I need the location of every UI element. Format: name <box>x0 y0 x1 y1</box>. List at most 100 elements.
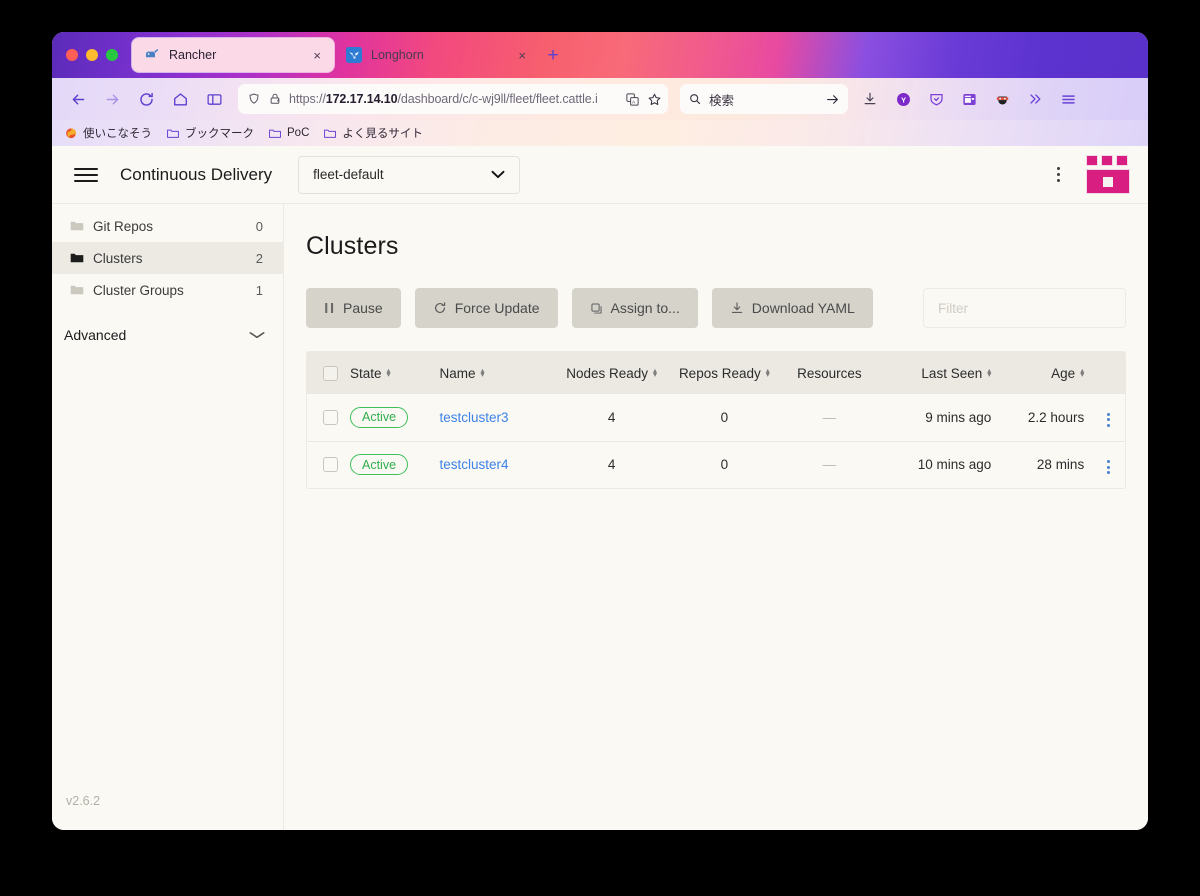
cell-nodes-ready: 4 <box>553 394 670 441</box>
bookmarks-bar: 使いこなそう ブックマーク PoC よく見るサイト <box>52 120 1148 146</box>
column-header-repos-ready[interactable]: Repos Ready ▴ ▾ <box>670 352 779 394</box>
hamburger-menu-icon <box>1061 94 1075 104</box>
table-body: Active testcluster3 4 0 — 9 mins ago 2.2… <box>307 394 1125 488</box>
app-header-right <box>1049 155 1130 194</box>
bookmark-item-folder-3[interactable]: よく見るサイト <box>323 125 423 141</box>
close-tab-icon[interactable]: × <box>515 47 529 64</box>
sidebar-toggle-button[interactable] <box>198 84 230 114</box>
sidebar-group-advanced[interactable]: Advanced <box>52 318 283 352</box>
tab-title: Rancher <box>169 48 217 62</box>
cell-age: 28 mins <box>1005 440 1093 488</box>
new-tab-button[interactable]: + <box>539 41 567 71</box>
shield-icon[interactable] <box>247 92 261 106</box>
forward-button[interactable] <box>96 84 128 114</box>
browser-tab-strip: Rancher × Longhorn × + <box>52 32 1148 78</box>
cluster-name-link[interactable]: testcluster4 <box>440 457 509 472</box>
cluster-name-link[interactable]: testcluster3 <box>440 410 509 425</box>
extension-shield-button[interactable] <box>920 84 952 114</box>
column-header-state[interactable]: State ▴ ▾ <box>344 352 434 394</box>
force-update-button[interactable]: Force Update <box>414 288 558 328</box>
bookmark-item-folder-2[interactable]: PoC <box>268 127 309 140</box>
reload-button[interactable] <box>130 84 162 114</box>
row-kebab-icon[interactable] <box>1103 456 1114 478</box>
select-all-checkbox[interactable] <box>323 365 338 381</box>
lock-warning-icon[interactable] <box>268 92 282 106</box>
kebab-icon[interactable] <box>1049 162 1068 187</box>
sidebar-item-count: 2 <box>255 250 263 266</box>
sidebar-item-count: 0 <box>255 218 263 234</box>
minimize-window-button[interactable] <box>86 49 98 61</box>
url-text: https://172.17.14.10/dashboard/c/c-wj9ll… <box>289 92 598 106</box>
row-kebab-icon[interactable] <box>1103 409 1114 431</box>
longhorn-favicon <box>346 47 362 63</box>
bookmark-label: よく見るサイト <box>342 128 423 140</box>
folder-outline-icon <box>70 221 84 231</box>
column-header-name[interactable]: Name ▴ ▾ <box>434 352 554 394</box>
close-window-button[interactable] <box>66 49 78 61</box>
extension-tabmanager-button[interactable] <box>953 84 985 114</box>
home-icon <box>173 92 187 105</box>
browser-tab-longhorn[interactable]: Longhorn × <box>334 38 539 72</box>
pause-icon <box>324 302 335 314</box>
extension-account-button[interactable] <box>986 84 1018 114</box>
window-panel-icon <box>962 93 976 105</box>
masked-avatar-icon <box>996 96 1008 104</box>
translate-icon[interactable]: A <box>625 92 640 107</box>
folder-icon <box>324 129 337 138</box>
column-header-last-seen[interactable]: Last Seen ▴ ▾ <box>880 352 1005 394</box>
back-button[interactable] <box>62 84 94 114</box>
bookmark-star-icon[interactable] <box>647 92 662 107</box>
yubico-icon: Y <box>896 92 910 106</box>
firefox-icon <box>66 128 76 139</box>
close-tab-icon[interactable]: × <box>310 47 324 64</box>
rancher-logo[interactable] <box>1086 155 1130 194</box>
hamburger-icon[interactable] <box>72 164 100 186</box>
search-go-icon[interactable] <box>825 92 840 107</box>
sort-icon: ▴ ▾ <box>765 365 770 379</box>
pause-icon-glyph <box>325 303 334 313</box>
page-title: Clusters <box>306 232 399 260</box>
extension-yubico-button[interactable]: Y <box>887 84 919 114</box>
column-header-age[interactable]: Age ▴ ▾ <box>1005 352 1092 394</box>
namespace-dropdown[interactable]: fleet-default <box>298 155 521 194</box>
address-bar[interactable]: https://172.17.14.10/dashboard/c/c-wj9ll… <box>238 84 668 114</box>
cell-nodes-ready: 4 <box>553 440 670 488</box>
table-row[interactable]: Active testcluster4 4 0 — 10 mins ago 28… <box>307 440 1125 488</box>
clusters-table: State ▴ ▾ Name ▴ ▾ Nodes Ready ▴ ▾ Repos… <box>307 352 1125 488</box>
browser-extension-icons: Y <box>854 84 1084 114</box>
cell-row-actions <box>1092 440 1125 488</box>
bookmark-label: ブックマーク <box>185 128 254 140</box>
table-row[interactable]: Active testcluster3 4 0 — 9 mins ago 2.2… <box>307 394 1125 441</box>
overflow-button[interactable] <box>1019 84 1051 114</box>
sidebar-icon <box>206 93 222 105</box>
maximize-window-button[interactable] <box>106 49 118 61</box>
sidebar-item-cluster-groups[interactable]: Cluster Groups 1 <box>52 274 283 306</box>
sidebar-item-clusters[interactable]: Clusters 2 <box>52 242 283 274</box>
status-badge: Active <box>350 454 409 476</box>
row-checkbox[interactable] <box>323 457 338 473</box>
column-header-resources: Resources <box>779 352 880 394</box>
folder-filled-icon-glyph <box>70 253 84 263</box>
download-yaml-button[interactable]: Download YAML <box>711 288 873 328</box>
bookmark-item-folder-1[interactable]: ブックマーク <box>166 125 254 141</box>
row-checkbox[interactable] <box>323 409 338 425</box>
bookmark-item-firefox[interactable]: 使いこなそう <box>64 125 152 141</box>
pause-button[interactable]: Pause <box>306 288 401 328</box>
assign-to-button[interactable]: Assign to... <box>571 288 698 328</box>
browser-toolbar: https://172.17.14.10/dashboard/c/c-wj9ll… <box>52 78 1148 120</box>
sidebar-item-git-repos[interactable]: Git Repos 0 <box>52 210 283 242</box>
filter-input[interactable]: Filter <box>923 288 1126 328</box>
version-label: v2.6.2 <box>66 794 101 808</box>
rancher-app: Continuous Delivery fleet-default Git Re… <box>52 146 1148 830</box>
app-menu-button[interactable] <box>1052 84 1084 114</box>
search-bar[interactable]: 検索 <box>680 84 848 114</box>
home-button[interactable] <box>164 84 196 114</box>
browser-tab-rancher[interactable]: Rancher × <box>132 38 334 72</box>
sort-icon: ▴ ▾ <box>386 365 391 379</box>
sidebar-item-label: Cluster Groups <box>93 282 184 298</box>
downloads-button[interactable] <box>854 84 886 114</box>
folder-filled-icon <box>70 252 85 264</box>
search-input[interactable]: 検索 <box>709 90 818 109</box>
column-header-nodes-ready[interactable]: Nodes Ready ▴ ▾ <box>554 352 670 394</box>
browser-window: Rancher × Longhorn × + https://172.17.14… <box>52 32 1148 830</box>
